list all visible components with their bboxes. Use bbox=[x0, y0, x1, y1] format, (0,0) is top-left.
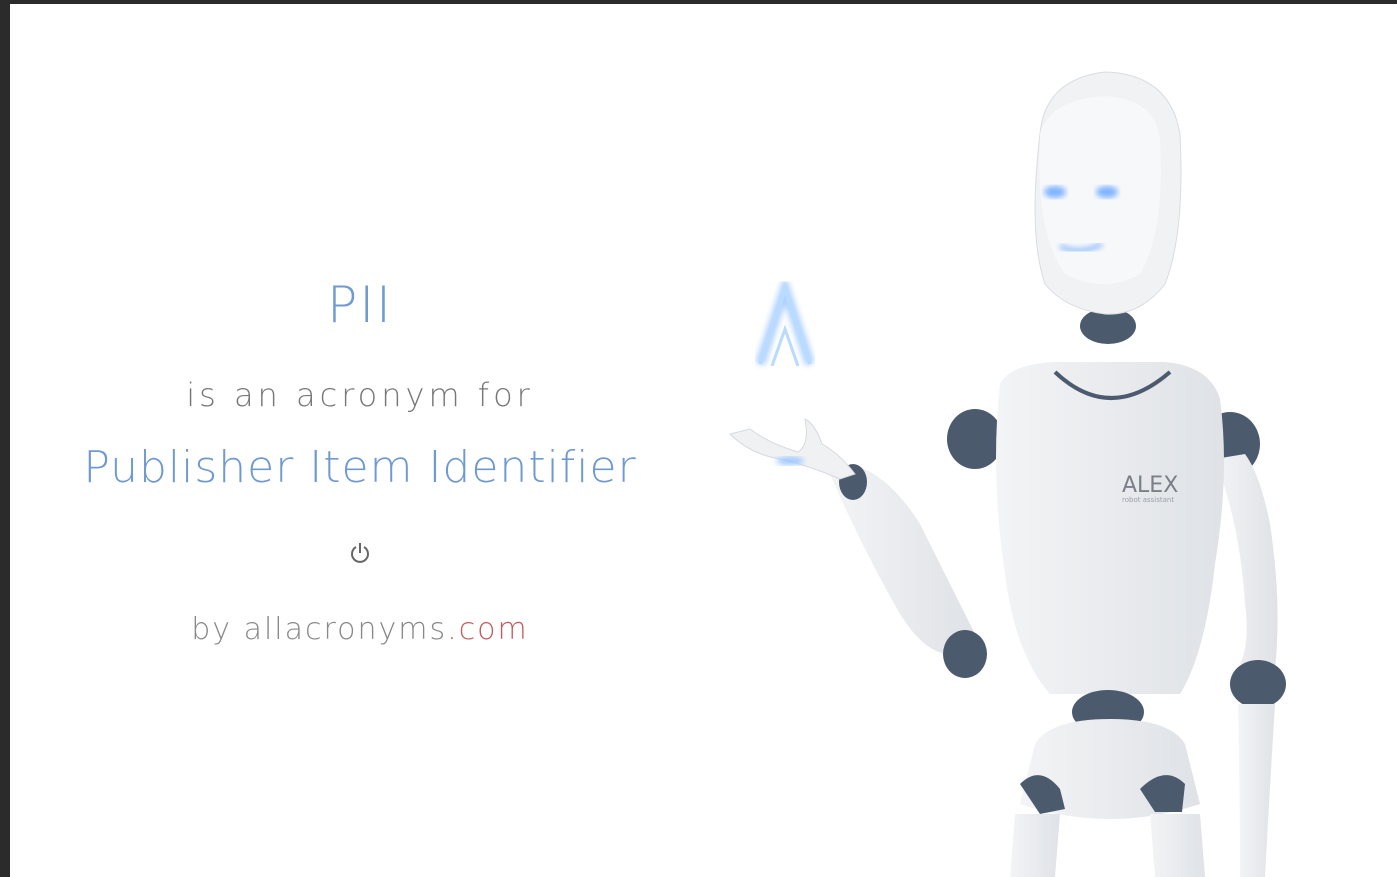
robot-badge-sub: robot assistant bbox=[1122, 496, 1174, 504]
byline-site: allacronyms bbox=[243, 612, 448, 647]
robot-badge: ALEX bbox=[1122, 473, 1178, 498]
page-frame: PII is an acronym for Publisher Item Ide… bbox=[10, 4, 1397, 877]
byline-prefix: by bbox=[191, 612, 244, 647]
acronym-title: PII bbox=[327, 276, 393, 334]
site-credit[interactable]: by allacronyms.com bbox=[70, 612, 650, 647]
robot-illustration: ALEX robot assistant bbox=[729, 71, 1286, 877]
byline-tld: .com bbox=[447, 612, 529, 647]
chevron-up-icon bbox=[755, 273, 815, 367]
power-icon[interactable] bbox=[70, 540, 650, 570]
acronym-connector: is an acronym for bbox=[186, 376, 534, 414]
acronym-expansion: Publisher Item Identifier bbox=[83, 442, 637, 493]
